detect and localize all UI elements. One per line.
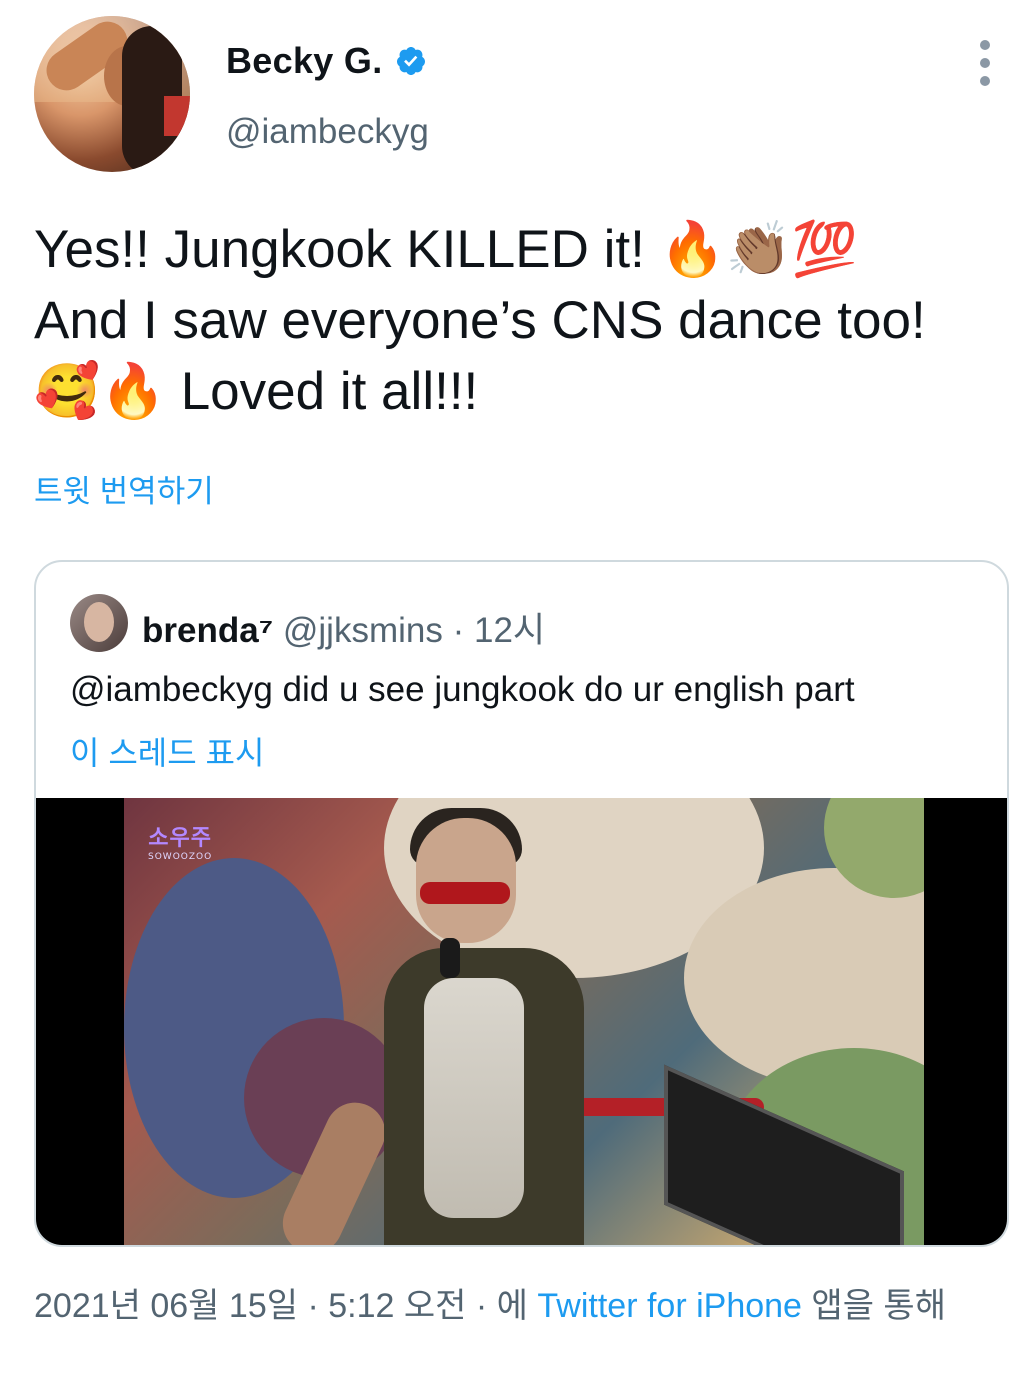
tweet-line: And I saw everyone’s CNS dance too! [34,291,926,350]
tweet-time[interactable]: 5:12 오전 [328,1287,466,1325]
author-handle[interactable]: @iambeckyg [226,112,429,152]
via-prefix: 에 [496,1287,528,1325]
microphone-icon [440,938,460,978]
quoted-tweet-text: @iambeckyg did u see jungkook do ur engl… [70,670,855,709]
translate-tweet-link[interactable]: 트윗 번역하기 [34,466,214,511]
via-suffix: 앱을 통해 [811,1287,946,1325]
footer-separator: · [475,1287,488,1325]
tweet-line: 🥰🔥 Loved it all!!! [34,362,479,421]
quoted-author-name[interactable]: brenda⁷ [142,611,273,650]
tweet-footer: 2021년 06월 15일 · 5:12 오전 · 에 Twitter for … [34,1280,994,1332]
show-thread-link[interactable]: 이 스레드 표시 [70,728,264,774]
tweet-line: Yes!! Jungkook KILLED it! 🔥👏🏽💯 [34,220,858,279]
logo-sub-text: SOWOOZOO [148,852,213,862]
more-options-icon[interactable] [972,40,998,86]
verified-badge-icon [396,47,425,75]
quoted-video-media[interactable]: 소우주 SOWOOZOO [36,798,1007,1245]
tweet-date[interactable]: 2021년 06월 15일 [34,1287,298,1325]
quoted-tweet-card[interactable]: brenda⁷ @jjksmins · 12시 @iambeckyg did u… [34,560,1009,1247]
footer-separator: · [307,1287,319,1325]
author-display-name[interactable]: Becky G. [226,40,383,82]
author-avatar[interactable] [34,16,190,172]
broadcast-logo: 소우주 SOWOOZOO [148,820,212,862]
source-app-link[interactable]: Twitter for iPhone [537,1287,802,1325]
quoted-tweet-header: brenda⁷ @jjksmins · 12시 [142,602,545,653]
quoted-author-avatar[interactable] [70,594,128,652]
tweet-header: Becky G. @iambeckyg [0,0,1024,190]
author-name-row[interactable]: Becky G. [226,40,427,82]
header-separator: · [452,611,465,650]
quoted-tweet-time[interactable]: 12시 [474,611,545,650]
logo-main-text: 소우주 [148,826,212,851]
quoted-author-handle[interactable]: @jjksmins [283,611,443,650]
video-frame[interactable]: 소우주 SOWOOZOO [124,798,924,1245]
tweet-text: Yes!! Jungkook KILLED it! 🔥👏🏽💯 And I saw… [34,214,994,427]
